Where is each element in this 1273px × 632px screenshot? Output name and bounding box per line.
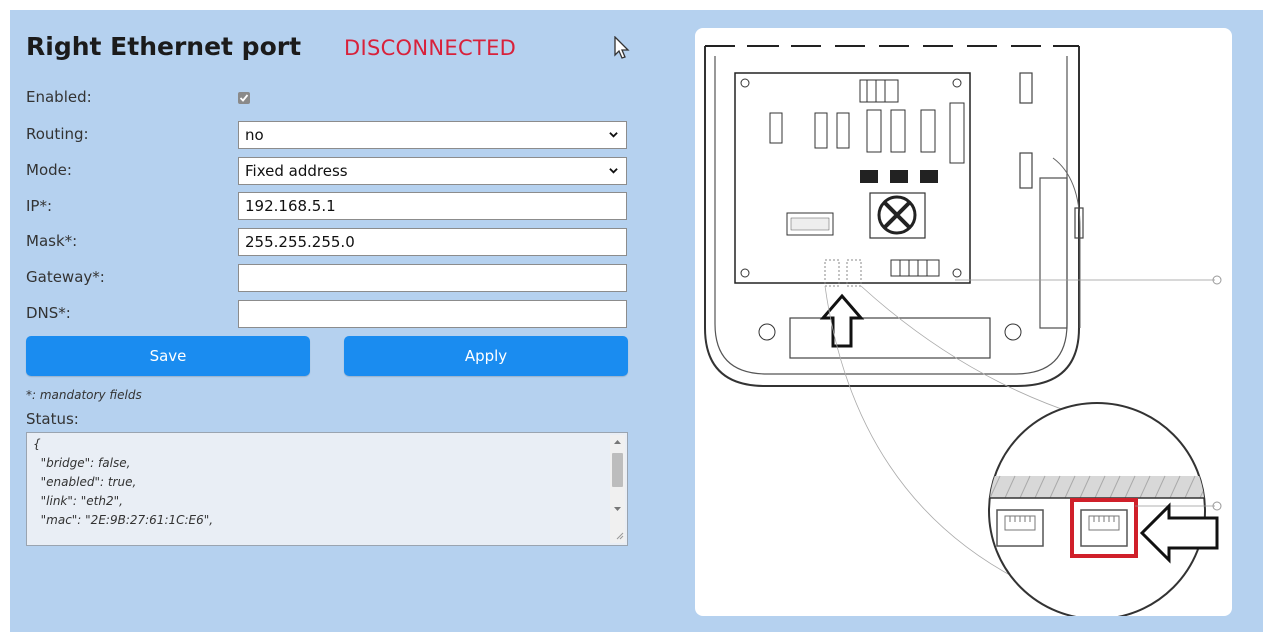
status-line: { xyxy=(33,437,41,451)
apply-button[interactable]: Apply xyxy=(344,336,628,376)
page-title: Right Ethernet port xyxy=(26,32,302,61)
mouse-pointer-icon xyxy=(614,36,630,59)
ip-label: IP*: xyxy=(26,197,53,215)
dns-label: DNS*: xyxy=(26,304,71,322)
status-textarea[interactable]: { "bridge": false, "enabled": true, "lin… xyxy=(26,432,628,546)
chevron-down-icon xyxy=(609,168,618,174)
enabled-label: Enabled: xyxy=(26,88,92,106)
enabled-checkbox[interactable] xyxy=(238,92,250,104)
status-scrollbar[interactable] xyxy=(610,435,625,543)
mandatory-fields-note: *: mandatory fields xyxy=(26,388,142,402)
ip-input[interactable]: 192.168.5.1 xyxy=(238,192,627,220)
dns-input[interactable] xyxy=(238,300,627,328)
chevron-down-icon xyxy=(609,132,618,138)
routing-label: Routing: xyxy=(26,125,89,143)
save-button[interactable]: Save xyxy=(26,336,310,376)
connection-status: DISCONNECTED xyxy=(344,36,517,60)
gateway-label: Gateway*: xyxy=(26,268,105,286)
mode-label: Mode: xyxy=(26,161,72,179)
gateway-input[interactable] xyxy=(238,264,627,292)
status-line: "link": "eth2", xyxy=(33,494,123,508)
routing-value: no xyxy=(245,126,264,144)
checkmark-icon xyxy=(239,94,249,102)
ethernet-settings-panel: Right Ethernet port DISCONNECTED Enabled… xyxy=(10,10,1263,632)
device-diagram-card xyxy=(695,28,1232,616)
status-line: "mac": "2E:9B:27:61:1C:E6", xyxy=(33,513,214,527)
mask-input[interactable]: 255.255.255.0 xyxy=(238,228,627,256)
status-line: "bridge": false, xyxy=(33,456,131,470)
routing-select[interactable]: no xyxy=(238,121,627,149)
device-diagram xyxy=(704,45,1222,616)
mode-value: Fixed address xyxy=(245,162,348,180)
scroll-thumb xyxy=(612,453,623,487)
outline-arrow-icon xyxy=(819,293,865,348)
status-label: Status: xyxy=(26,410,79,428)
mask-label: Mask*: xyxy=(26,232,78,250)
mode-select[interactable]: Fixed address xyxy=(238,157,627,185)
status-line: "enabled": true, xyxy=(33,475,137,489)
